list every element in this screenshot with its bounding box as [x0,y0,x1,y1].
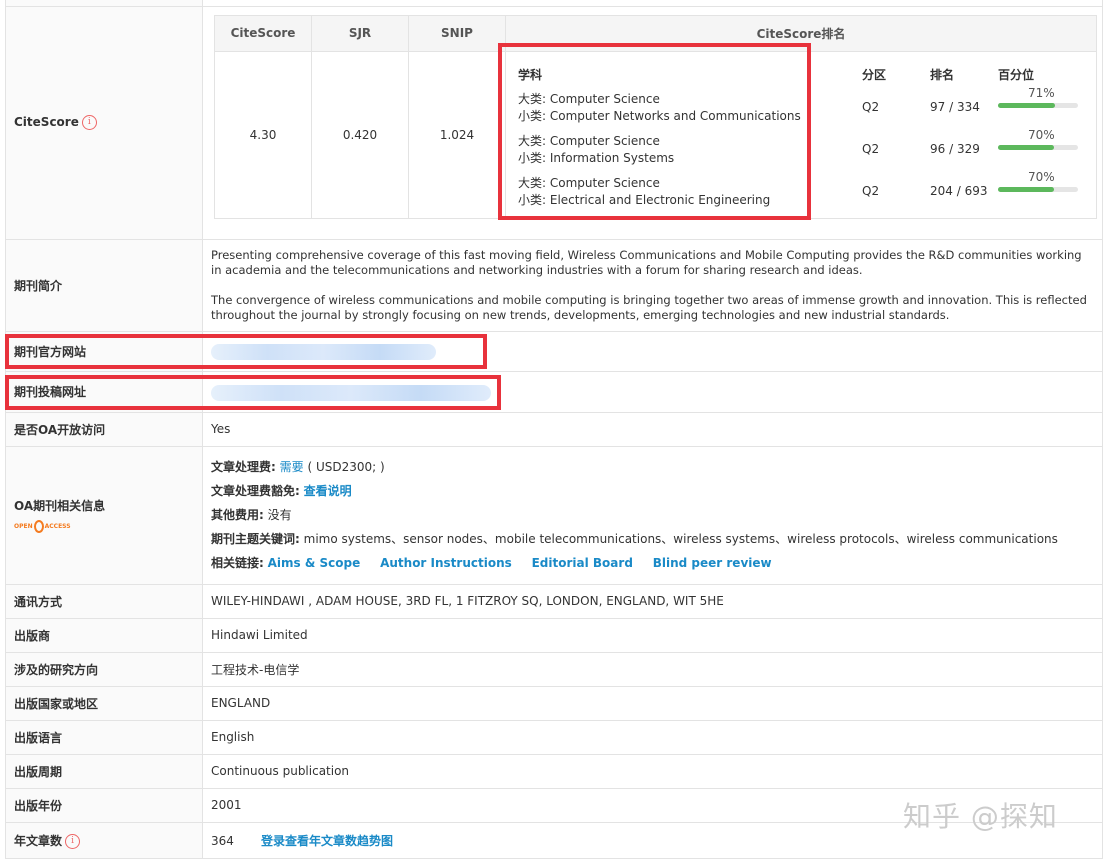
header-snip: SNIP [408,14,506,52]
citescore-label: CiteScore [14,115,79,129]
header-sjr: SJR [311,14,409,52]
sjr-value: 0.420 [311,50,409,219]
highlight-box-subjects [498,43,811,220]
citescore-value: 4.30 [214,50,312,219]
oa-info-row: OA期刊相关信息 OPEN ACCESS 文章处理费: 需要 ( USD2300… [5,445,1103,585]
research-label: 涉及的研究方向 [5,651,203,687]
research-value: 工程技术-电信学 [202,651,1103,687]
country-row: 出版国家或地区 ENGLAND [5,685,1103,721]
oa-access-label: 是否OA开放访问 [5,411,203,447]
editorial-board-link[interactable]: Editorial Board [532,556,633,570]
percentile-bar [998,186,1078,192]
rank-value: 97 / 334 [930,99,980,114]
publisher-value: Hindawi Limited [202,617,1103,653]
frequency-value: Continuous publication [202,753,1103,789]
intro-label: 期刊简介 [5,238,203,332]
other-fees-label: 其他费用: [211,508,264,522]
contact-row: 通讯方式 WILEY-HINDAWI , ADAM HOUSE, 3RD FL,… [5,583,1103,619]
percentile-bar [998,102,1078,108]
rank-value: 204 / 693 [930,183,988,198]
open-access-logo: OPEN ACCESS [14,520,202,533]
research-row: 涉及的研究方向 工程技术-电信学 [5,651,1103,687]
info-icon[interactable]: i [81,115,97,130]
other-fees-value: 没有 [267,508,292,522]
oa-info-label: OA期刊相关信息 [14,499,106,513]
articles-label: 年文章数 [14,833,63,848]
author-instructions-link[interactable]: Author Instructions [380,556,512,570]
waiver-info-link[interactable]: 查看说明 [304,484,352,498]
zone-value: Q2 [862,99,880,114]
apc-label: 文章处理费: [211,460,276,474]
intro-paragraph-2: The convergence of wireless communicatio… [211,292,1087,322]
percentile-bar [998,144,1078,150]
percentile-value: 70% [1028,127,1055,142]
zone-header: 分区 [862,67,887,82]
frequency-label: 出版周期 [5,753,203,789]
articles-value: 364 [211,833,234,848]
rank-value: 96 / 329 [930,141,980,156]
keywords-value: mimo systems、sensor nodes、mobile telecom… [303,532,1058,546]
keywords-label: 期刊主题关键词: [211,532,300,546]
snip-value: 1.024 [408,50,506,219]
language-value: English [202,719,1103,755]
percentile-value: 70% [1028,169,1055,184]
intro-paragraph-1: Presenting comprehensive coverage of thi… [211,247,1082,277]
contact-label: 通讯方式 [5,583,203,619]
country-value: ENGLAND [202,685,1103,721]
zone-value: Q2 [862,183,880,198]
year-label: 出版年份 [5,787,203,823]
publisher-label: 出版商 [5,617,203,653]
percentile-value: 71% [1028,85,1055,100]
blind-peer-review-link[interactable]: Blind peer review [653,556,772,570]
zone-value: Q2 [862,141,880,156]
rank-header: 排名 [930,67,955,82]
language-row: 出版语言 English [5,719,1103,755]
watermark: 知乎 @探知 [903,800,1058,833]
frequency-row: 出版周期 Continuous publication [5,753,1103,789]
language-label: 出版语言 [5,719,203,755]
highlight-box-website [5,334,487,369]
contact-value: WILEY-HINDAWI , ADAM HOUSE, 3RD FL, 1 FI… [202,583,1103,619]
oa-access-value: Yes [202,411,1103,447]
intro-row: 期刊简介 Presenting comprehensive coverage o… [5,238,1103,332]
publisher-row: 出版商 Hindawi Limited [5,617,1103,653]
open-access-lock-icon [33,520,44,533]
header-citescore: CiteScore [214,14,312,52]
percentile-header: 百分位 [998,67,1035,82]
oa-access-row: 是否OA开放访问 Yes [5,411,1103,447]
info-icon[interactable]: i [65,833,81,849]
related-links-label: 相关链接: [211,556,264,570]
waiver-label: 文章处理费豁免: [211,484,300,498]
articles-trend-link[interactable]: 登录查看年文章数趋势图 [261,834,393,848]
apc-amount: ( USD2300; ) [307,460,385,474]
highlight-box-submission [5,375,501,410]
apc-required-link[interactable]: 需要 [280,460,304,474]
country-label: 出版国家或地区 [5,685,203,721]
aims-scope-link[interactable]: Aims & Scope [268,556,361,570]
